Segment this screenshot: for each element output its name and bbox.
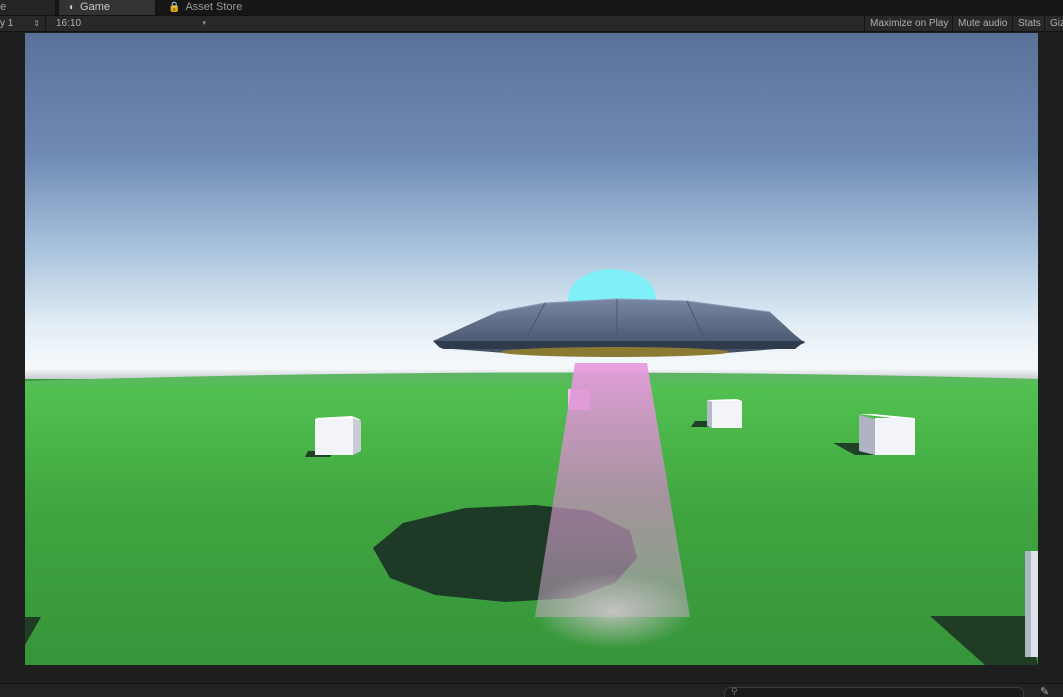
game-viewport[interactable] [25,33,1038,665]
tab-strip: ne ◐ Game 🔒 Asset Store [0,0,1063,15]
game-toolbar: y 1 ⇕ 16:10 ▾ Maximize on Play Mute audi… [0,15,1063,32]
up-down-arrows-icon: ⇕ [33,19,40,28]
game-scene [25,33,1038,665]
search-input[interactable]: ⚲ [724,686,1024,697]
search-icon: ⚲ [731,686,738,696]
maximize-on-play-button[interactable]: Maximize on Play [864,16,953,31]
dropdown-arrow-icon: ▾ [202,20,206,27]
pacman-game-icon: ◐ [69,2,76,13]
lock-icon[interactable]: ✎ [1040,685,1049,697]
cube-left [315,416,361,455]
gizmos-button[interactable]: Giz [1044,16,1063,31]
display-value: y 1 [0,18,14,29]
mute-audio-button[interactable]: Mute audio [952,16,1012,31]
cube-right-far [859,414,915,455]
tab-asset-store[interactable]: 🔒 Asset Store [158,0,278,15]
beam-glow [533,573,693,649]
tab-scene[interactable]: ne [0,0,56,15]
tab-scene-label: ne [0,1,7,13]
cube-right-near [707,399,742,428]
bottom-bar: ⚲ ✎ [0,683,1063,697]
stats-button[interactable]: Stats [1012,16,1046,31]
tab-asset-store-label: Asset Store [185,1,243,13]
cube-edge-right [1025,551,1038,657]
tab-game-label: Game [80,1,111,13]
display-dropdown[interactable]: y 1 ⇕ [0,16,46,31]
ufo-underside-ring [501,347,729,357]
unity-game-window: ne ◐ Game 🔒 Asset Store y 1 ⇕ 16:10 ▾ Maxi… [0,0,1063,697]
aspect-value: 16:10 [56,18,82,29]
tab-game[interactable]: ◐ Game [58,0,156,15]
lock-bag-icon: 🔒 [168,2,181,13]
aspect-dropdown[interactable]: 16:10 ▾ [50,16,210,31]
